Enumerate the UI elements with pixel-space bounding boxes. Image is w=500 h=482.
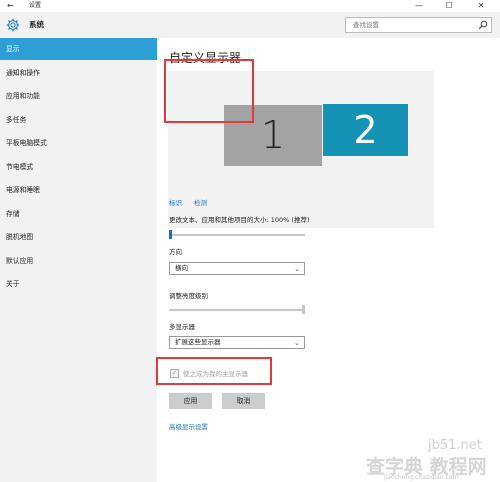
- sidebar: 显示 通知和操作 应用和功能 多任务 平板电脑模式 节电模式 电源和睡眠 存储 …: [0, 38, 157, 482]
- monitor-2[interactable]: 2: [323, 104, 408, 156]
- sidebar-item-multitasking[interactable]: 多任务: [0, 109, 157, 131]
- scale-slider-thumb[interactable]: [169, 230, 172, 239]
- orientation-value: 横向: [175, 264, 188, 272]
- scale-label: 更改文本、应用和其他项目的大小: 100% (推荐): [169, 216, 310, 224]
- watermark-site: jb51.net: [428, 438, 482, 453]
- scale-slider[interactable]: [169, 230, 305, 239]
- sidebar-item-battery-saver[interactable]: 节电模式: [0, 156, 157, 178]
- multi-display-dropdown[interactable]: 扩展这些显示器 ⌄: [169, 336, 305, 349]
- brightness-slider-thumb[interactable]: [302, 305, 305, 314]
- sidebar-item-apps-features[interactable]: 应用和功能: [0, 85, 157, 107]
- minimize-button[interactable]: —: [404, 0, 434, 12]
- maximize-button[interactable]: ☐: [434, 0, 464, 12]
- multi-display-value: 扩展这些显示器: [175, 338, 221, 346]
- detect-link[interactable]: 检测: [194, 197, 207, 207]
- sidebar-item-default-apps[interactable]: 默认应用: [0, 250, 157, 272]
- title-bar: ← 设置 — ☐ ✕: [0, 0, 500, 12]
- sidebar-item-tablet-mode[interactable]: 平板电脑模式: [0, 132, 157, 154]
- cancel-button[interactable]: 取消: [222, 393, 265, 409]
- apply-button[interactable]: 应用: [169, 393, 212, 409]
- back-arrow-icon[interactable]: ←: [7, 0, 14, 11]
- page-section-title: 系统: [29, 20, 44, 29]
- chevron-down-icon: ⌄: [294, 265, 300, 273]
- window-title: 设置: [29, 2, 42, 9]
- identify-link[interactable]: 标识: [169, 197, 182, 207]
- search-icon[interactable]: [478, 20, 488, 30]
- brightness-label: 调整亮度级别: [169, 292, 208, 300]
- orientation-dropdown[interactable]: 横向 ⌄: [169, 262, 305, 275]
- sidebar-item-display[interactable]: 显示: [0, 38, 157, 60]
- sidebar-item-offline-maps[interactable]: 脱机地图: [0, 226, 157, 248]
- search-input[interactable]: [346, 18, 476, 32]
- brightness-slider-fill: [169, 309, 305, 311]
- gear-icon: [6, 18, 20, 32]
- orientation-label: 方向: [169, 248, 182, 256]
- sidebar-item-about[interactable]: 关于: [0, 273, 157, 295]
- sidebar-item-storage[interactable]: 存储: [0, 203, 157, 225]
- sidebar-item-power-sleep[interactable]: 电源和睡眠: [0, 179, 157, 201]
- chevron-down-icon: ⌄: [294, 339, 300, 347]
- multi-display-label: 多显示器: [169, 323, 195, 331]
- watermark-url: jiaocheng.chazidian.com: [384, 474, 459, 481]
- monitor-highlight-box: [164, 59, 254, 123]
- sidebar-item-notifications[interactable]: 通知和操作: [0, 62, 157, 84]
- brightness-slider[interactable]: [169, 305, 305, 314]
- checkbox-highlight-box: [156, 357, 272, 385]
- close-button[interactable]: ✕: [466, 0, 496, 12]
- search-box[interactable]: [345, 17, 492, 33]
- advanced-display-settings-link[interactable]: 高级显示设置: [169, 421, 208, 431]
